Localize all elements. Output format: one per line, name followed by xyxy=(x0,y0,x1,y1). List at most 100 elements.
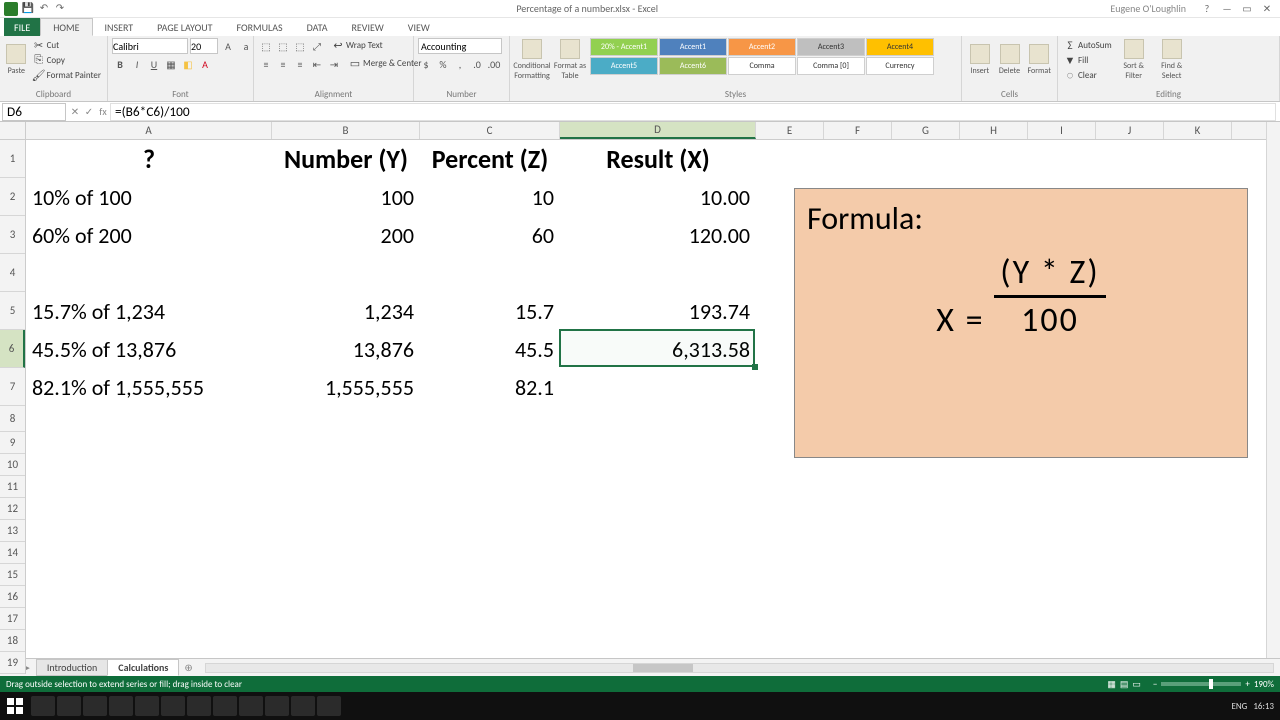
cell-C5[interactable]: 15.7 xyxy=(420,292,560,330)
merge-button[interactable]: ▭Merge & Center xyxy=(347,56,424,70)
add-sheet-button[interactable]: ⊕ xyxy=(178,661,198,674)
fx-button[interactable]: fx xyxy=(96,105,110,118)
copy-button[interactable]: ⎘Copy xyxy=(31,53,103,67)
font-color-button[interactable]: A xyxy=(197,56,213,72)
cell-A3[interactable]: 60% of 200 xyxy=(26,216,272,254)
formula-input[interactable] xyxy=(110,103,1276,121)
style-accent5[interactable]: Accent5 xyxy=(590,57,658,75)
cell-B1[interactable]: Number (Y) xyxy=(272,140,420,178)
page-layout-view-icon[interactable]: ▤ xyxy=(1120,679,1129,690)
column-headers[interactable]: ABCDEFGHIJK xyxy=(26,122,1266,140)
row-header-9[interactable]: 9 xyxy=(0,432,25,454)
delete-cells-button[interactable]: Delete xyxy=(996,38,1024,82)
row-header-5[interactable]: 5 xyxy=(0,292,25,330)
align-left-button[interactable]: ≡ xyxy=(258,56,274,72)
zoom-in-button[interactable]: + xyxy=(1245,679,1249,690)
enter-formula-button[interactable]: ✓ xyxy=(82,105,96,118)
sort-filter-button[interactable]: Sort & Filter xyxy=(1116,38,1152,82)
align-right-button[interactable]: ≡ xyxy=(292,56,308,72)
cell-D5[interactable]: 193.74 xyxy=(560,292,756,330)
dec-dec-button[interactable]: .00 xyxy=(486,56,502,72)
cell-C6[interactable]: 45.5 xyxy=(420,330,560,368)
format-as-table-button[interactable]: Format as Table xyxy=(552,38,588,82)
page-break-view-icon[interactable]: ▭ xyxy=(1132,679,1141,690)
number-format-select[interactable] xyxy=(418,38,502,54)
orientation-button[interactable]: ⤢ xyxy=(309,38,325,54)
tab-home[interactable]: HOME xyxy=(40,18,92,36)
insert-cells-button[interactable]: Insert xyxy=(966,38,994,82)
col-header-C[interactable]: C xyxy=(420,122,560,139)
zoom-level[interactable]: 190% xyxy=(1254,679,1274,690)
border-button[interactable]: ▦ xyxy=(163,56,179,72)
cell-C7[interactable]: 82.1 xyxy=(420,368,560,406)
comma-button[interactable]: , xyxy=(452,56,468,72)
zoom-slider[interactable]: − + 190% xyxy=(1153,679,1274,690)
align-bottom-button[interactable]: ⬚ xyxy=(292,38,308,54)
fill-button[interactable]: ▼Fill xyxy=(1062,53,1114,67)
qat-save[interactable]: 💾 xyxy=(22,2,34,14)
format-cells-button[interactable]: Format xyxy=(1025,38,1053,82)
minimize-button[interactable]: — xyxy=(1220,2,1234,15)
italic-button[interactable]: I xyxy=(129,56,145,72)
find-select-button[interactable]: Find & Select xyxy=(1154,38,1190,82)
style-accent6[interactable]: Accent6 xyxy=(659,57,727,75)
style-accent4[interactable]: Accent4 xyxy=(866,38,934,56)
row-header-19[interactable]: 19 xyxy=(0,652,25,674)
bold-button[interactable]: B xyxy=(112,56,128,72)
format-painter-button[interactable]: 🖌Format Painter xyxy=(31,68,103,82)
tray-lang[interactable]: ENG xyxy=(1231,701,1247,712)
style-comma[interactable]: Comma xyxy=(728,57,796,75)
sheet-tab-calculations[interactable]: Calculations xyxy=(107,659,179,676)
cell-grid[interactable]: ?Number (Y)Percent (Z)Result (X)10% of 1… xyxy=(26,140,1266,658)
view-buttons[interactable]: ▦ ▤▭ xyxy=(1105,679,1143,690)
row-header-4[interactable]: 4 xyxy=(0,254,25,292)
cell-B2[interactable]: 100 xyxy=(272,178,420,216)
start-button[interactable] xyxy=(0,692,30,720)
conditional-formatting-button[interactable]: Conditional Formatting xyxy=(514,38,550,82)
row-header-3[interactable]: 3 xyxy=(0,216,25,254)
tab-view[interactable]: VIEW xyxy=(396,18,442,36)
cell-D3[interactable]: 120.00 xyxy=(560,216,756,254)
cancel-formula-button[interactable]: ✕ xyxy=(68,105,82,118)
tab-page-layout[interactable]: PAGE LAYOUT xyxy=(145,18,224,36)
cut-button[interactable]: ✂Cut xyxy=(31,38,103,52)
cell-A5[interactable]: 15.7% of 1,234 xyxy=(26,292,272,330)
fill-color-button[interactable]: ◧ xyxy=(180,56,196,72)
cell-D1[interactable]: Result (X) xyxy=(560,140,756,178)
task-icon[interactable] xyxy=(57,696,81,716)
cell-C2[interactable]: 10 xyxy=(420,178,560,216)
currency-button[interactable]: $ xyxy=(418,56,434,72)
tab-data[interactable]: DATA xyxy=(295,18,340,36)
col-header-E[interactable]: E xyxy=(756,122,824,139)
col-header-F[interactable]: F xyxy=(824,122,892,139)
wrap-text-button[interactable]: ↩Wrap Text xyxy=(330,38,385,52)
decrease-font-button[interactable]: a xyxy=(238,38,254,54)
style-accent2[interactable]: Accent2 xyxy=(728,38,796,56)
select-all-corner[interactable] xyxy=(0,122,26,140)
row-header-15[interactable]: 15 xyxy=(0,564,25,586)
close-button[interactable]: ✕ xyxy=(1260,2,1274,15)
task-icon[interactable] xyxy=(161,696,185,716)
tab-insert[interactable]: INSERT xyxy=(93,18,146,36)
tab-formulas[interactable]: FORMULAS xyxy=(224,18,294,36)
task-icon[interactable] xyxy=(135,696,159,716)
row-header-13[interactable]: 13 xyxy=(0,520,25,542)
help-button[interactable]: ? xyxy=(1200,2,1214,15)
col-header-G[interactable]: G xyxy=(892,122,960,139)
col-header-K[interactable]: K xyxy=(1164,122,1232,139)
row-header-6[interactable]: 6 xyxy=(0,330,25,368)
normal-view-icon[interactable]: ▦ xyxy=(1107,679,1116,690)
row-headers[interactable]: 12345678910111213141516171819 xyxy=(0,140,26,674)
vertical-scrollbar[interactable] xyxy=(1266,122,1280,658)
col-header-A[interactable]: A xyxy=(26,122,272,139)
qat-redo[interactable]: ↷ xyxy=(54,2,66,14)
cell-A6[interactable]: 45.5% of 13,876 xyxy=(26,330,272,368)
clear-button[interactable]: ◌Clear xyxy=(1062,68,1114,82)
row-header-12[interactable]: 12 xyxy=(0,498,25,520)
percent-button[interactable]: % xyxy=(435,56,451,72)
maximize-button[interactable]: ▭ xyxy=(1240,2,1254,15)
task-icon[interactable] xyxy=(291,696,315,716)
paste-button[interactable]: Paste xyxy=(4,38,29,82)
name-box[interactable] xyxy=(2,103,66,121)
indent-inc-button[interactable]: ⇥ xyxy=(326,56,342,72)
